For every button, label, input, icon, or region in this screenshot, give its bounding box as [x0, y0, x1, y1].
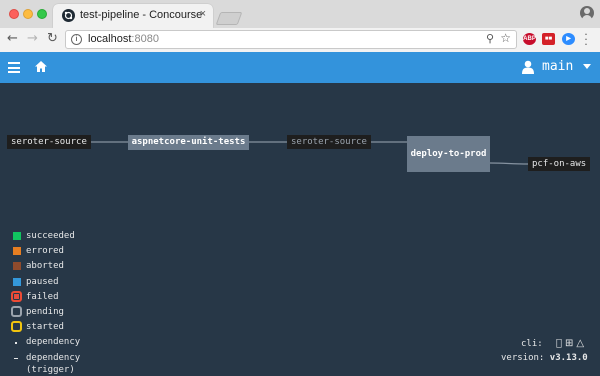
- legend-label: dependency: [26, 337, 81, 348]
- resource-node[interactable]: seroter-source: [287, 135, 371, 149]
- legend-label: paused: [26, 276, 59, 287]
- windows-icon[interactable]: ⊞: [565, 338, 573, 349]
- title-bar: test-pipeline - Concourse ×: [0, 0, 600, 28]
- chevron-down-icon[interactable]: [583, 64, 591, 69]
- profile-icon[interactable]: [580, 6, 594, 20]
- edge-deploy-to-pcf: [489, 162, 529, 165]
- tab-close-icon[interactable]: ×: [200, 8, 206, 20]
- legend-label: errored: [26, 246, 64, 257]
- version-info: version: v3.13.0: [501, 353, 588, 363]
- legend-swatch: [11, 290, 22, 302]
- resource-node[interactable]: pcf-on-aws: [528, 157, 591, 171]
- team-name[interactable]: main: [542, 59, 573, 74]
- extension-icon[interactable]: ■■: [542, 33, 555, 45]
- cli-label: cli:: [521, 339, 543, 349]
- maximize-window-button[interactable]: [37, 9, 47, 19]
- cli-downloads: ⊞△: [556, 338, 587, 349]
- browser-toolbar: ← → ↻ i localhost:8080 ⚲ ☆ ABP ■■ ▶ · · ·: [0, 28, 600, 53]
- back-arrow-icon[interactable]: ←: [7, 31, 18, 47]
- pipeline-graph: seroter-source aspnetcore-unit-tests ser…: [0, 83, 600, 375]
- legend-swatch: [13, 262, 21, 271]
- legend-swatch: [13, 277, 21, 286]
- app-top-bar: main: [0, 52, 600, 83]
- legend-label: failed: [26, 291, 59, 302]
- legend-swatch: [13, 232, 21, 240]
- job-node[interactable]: deploy-to-prod: [407, 136, 490, 172]
- version-label: version:: [501, 353, 545, 363]
- url-text[interactable]: localhost:8080: [88, 33, 159, 45]
- browser-chrome: test-pipeline - Concourse × ← → ↻ i loca…: [0, 0, 600, 53]
- site-info-icon[interactable]: i: [71, 34, 82, 45]
- pipeline-edges: [90, 141, 529, 165]
- reload-icon[interactable]: ↻: [47, 31, 58, 47]
- legend-swatch: [11, 305, 22, 317]
- legend-swatch: [11, 321, 22, 333]
- linux-icon[interactable]: △: [576, 338, 584, 349]
- concourse-favicon-icon: [62, 9, 75, 22]
- user-icon: [522, 60, 534, 74]
- legend-label: pending: [26, 306, 64, 317]
- bookmark-star-icon[interactable]: ☆: [500, 31, 511, 45]
- url-host: localhost: [88, 33, 132, 45]
- zoom-icon[interactable]: ⚲: [486, 32, 494, 45]
- address-bar[interactable]: i localhost:8080 ⚲ ☆: [65, 30, 517, 49]
- apple-icon[interactable]: : [556, 338, 562, 349]
- home-icon[interactable]: [34, 60, 48, 73]
- resource-node[interactable]: seroter-source: [7, 135, 91, 149]
- dependency-dot-icon: [15, 342, 17, 345]
- adblock-extension-icon[interactable]: ABP: [523, 33, 536, 45]
- legend-label: aborted: [26, 261, 64, 272]
- browser-tab[interactable]: test-pipeline - Concourse ×: [53, 4, 213, 28]
- forward-arrow-icon[interactable]: →: [27, 31, 38, 47]
- close-window-button[interactable]: [9, 9, 19, 19]
- tab-title: test-pipeline - Concourse: [80, 9, 203, 21]
- video-extension-icon[interactable]: ▶: [562, 33, 575, 45]
- legend-label: succeeded: [26, 231, 75, 241]
- hamburger-menu-icon[interactable]: [8, 62, 20, 73]
- version-value: v3.13.0: [549, 353, 588, 363]
- browser-menu-icon[interactable]: · · ·: [583, 29, 589, 50]
- minimize-window-button[interactable]: [23, 9, 33, 19]
- legend-label: started: [26, 322, 64, 333]
- dependency-trigger-icon: [14, 357, 18, 359]
- new-tab-button[interactable]: [215, 12, 243, 25]
- legend-swatch: [13, 247, 21, 256]
- url-port: :8080: [131, 33, 159, 45]
- job-node[interactable]: aspnetcore-unit-tests: [128, 135, 249, 150]
- legend-label: dependency (trigger): [26, 352, 81, 375]
